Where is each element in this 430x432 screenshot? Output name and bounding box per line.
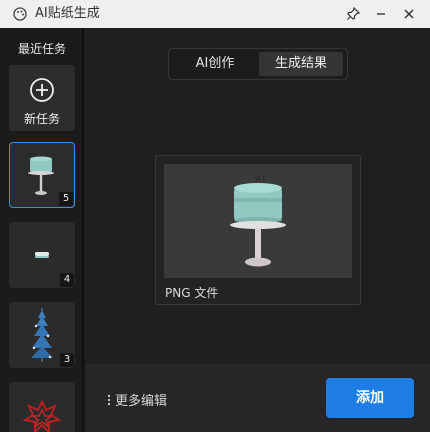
bottom-action-bar: 更多编辑 添加 [86,364,430,432]
task-item[interactable] [9,382,75,432]
task-count-badge: 5 [59,192,73,206]
window-title: AI贴纸生成 [35,6,100,21]
pin-icon [347,7,360,20]
plus-circle-icon [30,78,54,102]
minimize-icon [377,13,385,15]
mode-tabs: AI创作 生成结果 [168,48,348,80]
task-count-badge: 3 [60,353,74,367]
main-panel: AI创作 生成结果 PNG 文件 更多编辑 添加 [86,28,430,432]
app-window: AI贴纸生成 最近任务 新任务 5 4 3 AI创作 生成结果 PNG 文件 更… [0,0,430,432]
sidebar-title: 最近任务 [17,42,66,56]
task-item[interactable]: 3 [9,302,75,368]
tab-results[interactable]: 生成结果 [259,52,343,76]
more-vertical-icon [107,394,111,406]
close-button[interactable] [399,4,419,24]
pin-button[interactable] [343,4,363,24]
title-bar: AI贴纸生成 [0,0,430,28]
palette-icon [13,7,27,21]
task-item[interactable]: 5 [9,142,75,208]
more-edit-label: 更多编辑 [115,394,168,409]
minimize-button[interactable] [371,4,391,24]
result-card[interactable]: PNG 文件 [155,155,361,305]
recent-tasks-sidebar: 最近任务 新任务 5 4 3 [0,28,84,432]
more-edit-button[interactable]: 更多编辑 [106,390,167,409]
task-item[interactable]: 4 [9,222,75,288]
result-preview-image [164,164,352,278]
add-button[interactable]: 添加 [326,378,414,418]
close-icon [404,9,414,19]
file-type-label: PNG 文件 [165,286,219,300]
new-task-label: 新任务 [23,112,60,126]
task-count-badge: 4 [60,273,74,287]
task-thumbnail [22,399,62,432]
new-task-button[interactable]: 新任务 [9,65,75,131]
tab-ai-create[interactable]: AI创作 [173,52,257,76]
